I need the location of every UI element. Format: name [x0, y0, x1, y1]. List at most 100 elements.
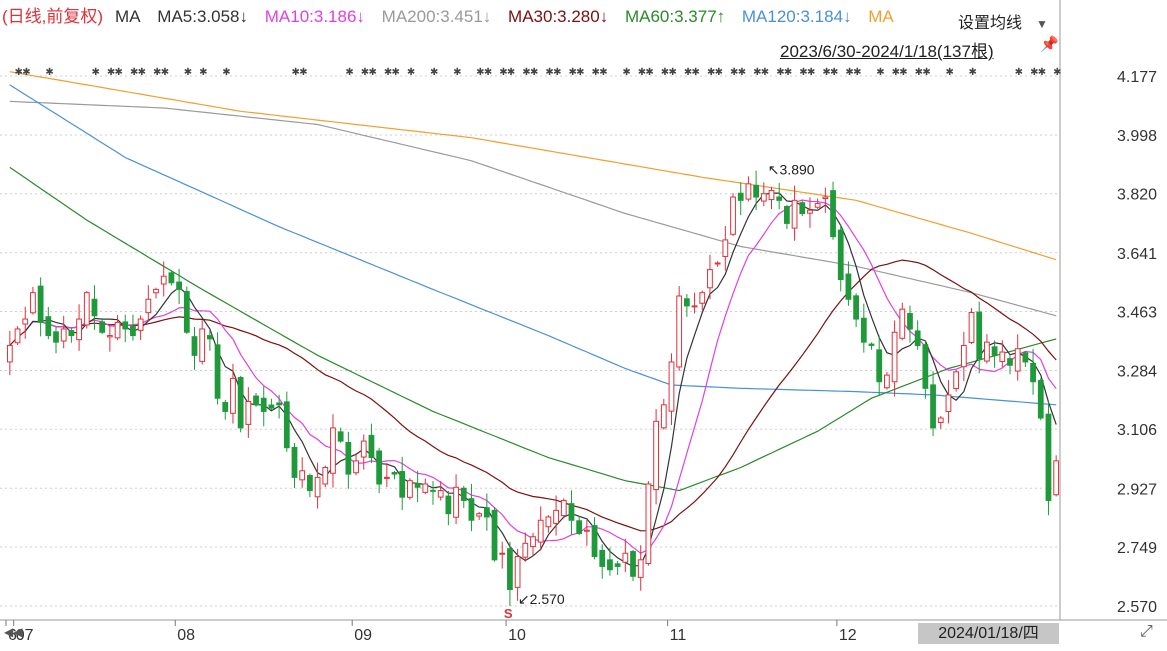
- candle-body: [160, 275, 167, 285]
- candle-body: [414, 483, 421, 488]
- candle-body: [99, 321, 106, 333]
- event-marker: ✱: [784, 67, 792, 78]
- event-marker: ✱: [430, 67, 438, 78]
- candle-body: [76, 318, 82, 341]
- double-left-icon[interactable]: ◀◀: [4, 625, 22, 639]
- candle-body: [214, 344, 221, 399]
- candle-body: [491, 509, 498, 561]
- candle-body: [222, 402, 229, 412]
- candle-body: [891, 331, 898, 383]
- candle-body: [345, 442, 352, 475]
- kline-plot[interactable]: 4.177 3.998 3.820 3.641 3.463 3.284 3.106 2.927…: [0, 0, 1167, 646]
- event-marker: ✱: [715, 67, 723, 78]
- event-marker: ✱: [1015, 67, 1023, 78]
- event-marker: ✱: [161, 67, 169, 78]
- candle-body: [391, 472, 398, 475]
- candle-body: [953, 371, 960, 390]
- event-marker: ✱: [738, 67, 746, 78]
- candle-body: [1053, 460, 1060, 496]
- event-marker: ✱: [22, 67, 30, 78]
- candle-body: [476, 513, 483, 517]
- candle-body: [968, 311, 975, 343]
- candle-body: [330, 427, 336, 474]
- candle-body: [291, 446, 298, 478]
- candle-body: [407, 480, 413, 498]
- candle-body: [984, 341, 990, 362]
- event-marker: ✱: [645, 67, 653, 78]
- candle-body: [191, 336, 198, 356]
- candle-body: [83, 292, 90, 326]
- event-marker: ✱: [392, 67, 400, 78]
- candle-body: [399, 471, 406, 498]
- candle-body: [722, 239, 729, 257]
- legend-item-ma5: MA5:3.058↓: [157, 7, 249, 26]
- candle-body: [645, 483, 652, 564]
- candle-body: [230, 377, 236, 414]
- crosshair-date-badge: 2024/01/18/四: [918, 623, 1059, 644]
- candle-body: [876, 349, 883, 383]
- candle-body: [730, 196, 736, 235]
- candle-body: [822, 196, 829, 199]
- candle-body: [1014, 348, 1021, 372]
- low-annotation: ↙2.570: [518, 591, 565, 607]
- y-tick-label: 2.570: [1117, 599, 1157, 616]
- candle-body: [253, 395, 259, 406]
- candle-body: [137, 318, 144, 331]
- candle-body: [437, 490, 444, 498]
- candle-body: [653, 420, 659, 491]
- candle-body: [522, 542, 529, 558]
- candle-body: [6, 344, 13, 363]
- candle-body: [499, 552, 506, 555]
- candle-body: [960, 344, 967, 368]
- candle-body: [430, 489, 436, 492]
- event-marker: ✱: [599, 67, 607, 78]
- high-annotation: ↖3.890: [768, 162, 815, 178]
- date-range-label: 2023/6/30-2024/1/18(137根): [780, 42, 994, 61]
- ma-line-orange: [9, 71, 1057, 261]
- candle-body: [930, 384, 936, 429]
- pin-icon[interactable]: 📌: [1040, 35, 1059, 53]
- expand-icon[interactable]: ⤢: [1140, 623, 1153, 641]
- candle-body: [130, 325, 136, 337]
- x-tick-label: 10: [508, 627, 526, 644]
- candle-body: [884, 374, 890, 389]
- candle-body: [168, 272, 175, 284]
- candle-body: [106, 335, 113, 338]
- candle-body: [837, 229, 844, 280]
- legend-mode: (日线,前复权): [2, 7, 104, 26]
- candle-body: [145, 298, 152, 314]
- event-marker: ✱: [368, 67, 376, 78]
- ma-settings-label: 设置均线: [958, 15, 1023, 32]
- candle-body: [760, 193, 767, 202]
- candle-body: [45, 316, 52, 337]
- candle-body: [276, 402, 283, 406]
- candle-body: [30, 292, 36, 314]
- legend-item-ma200: MA200:3.451↓: [381, 7, 492, 26]
- y-tick-label: 3.820: [1117, 187, 1157, 204]
- candle-body: [199, 328, 206, 362]
- x-tick-label: 09: [354, 627, 372, 644]
- candle-body: [814, 203, 821, 208]
- ma-settings-button[interactable]: 设置均线 ▼: [958, 9, 1048, 33]
- candle-body: [68, 330, 75, 337]
- legend-item-ma10: MA10:3.186↓: [264, 7, 365, 26]
- kline-chart[interactable]: 4.177 3.998 3.820 3.641 3.463 3.284 3.106 2.927…: [0, 0, 1167, 646]
- candle-body: [60, 328, 67, 342]
- candle-body: [307, 475, 313, 492]
- candle-body: [353, 460, 359, 474]
- candle-body: [237, 377, 244, 429]
- candle-body: [422, 483, 429, 493]
- event-marker: ✱: [876, 67, 884, 78]
- y-tick-label: 2.927: [1117, 481, 1157, 498]
- event-marker: ✱: [922, 67, 930, 78]
- candle-body: [753, 184, 759, 198]
- candle-body: [899, 308, 906, 339]
- event-marker: ✱: [1053, 67, 1061, 78]
- candle-body: [683, 298, 690, 307]
- x-tick-label: 12: [839, 627, 857, 644]
- candle-body: [576, 520, 583, 534]
- candle-body: [591, 525, 598, 558]
- event-marker: ✱: [530, 67, 538, 78]
- x-tick-label: 11: [670, 627, 687, 644]
- candle-body: [745, 183, 752, 200]
